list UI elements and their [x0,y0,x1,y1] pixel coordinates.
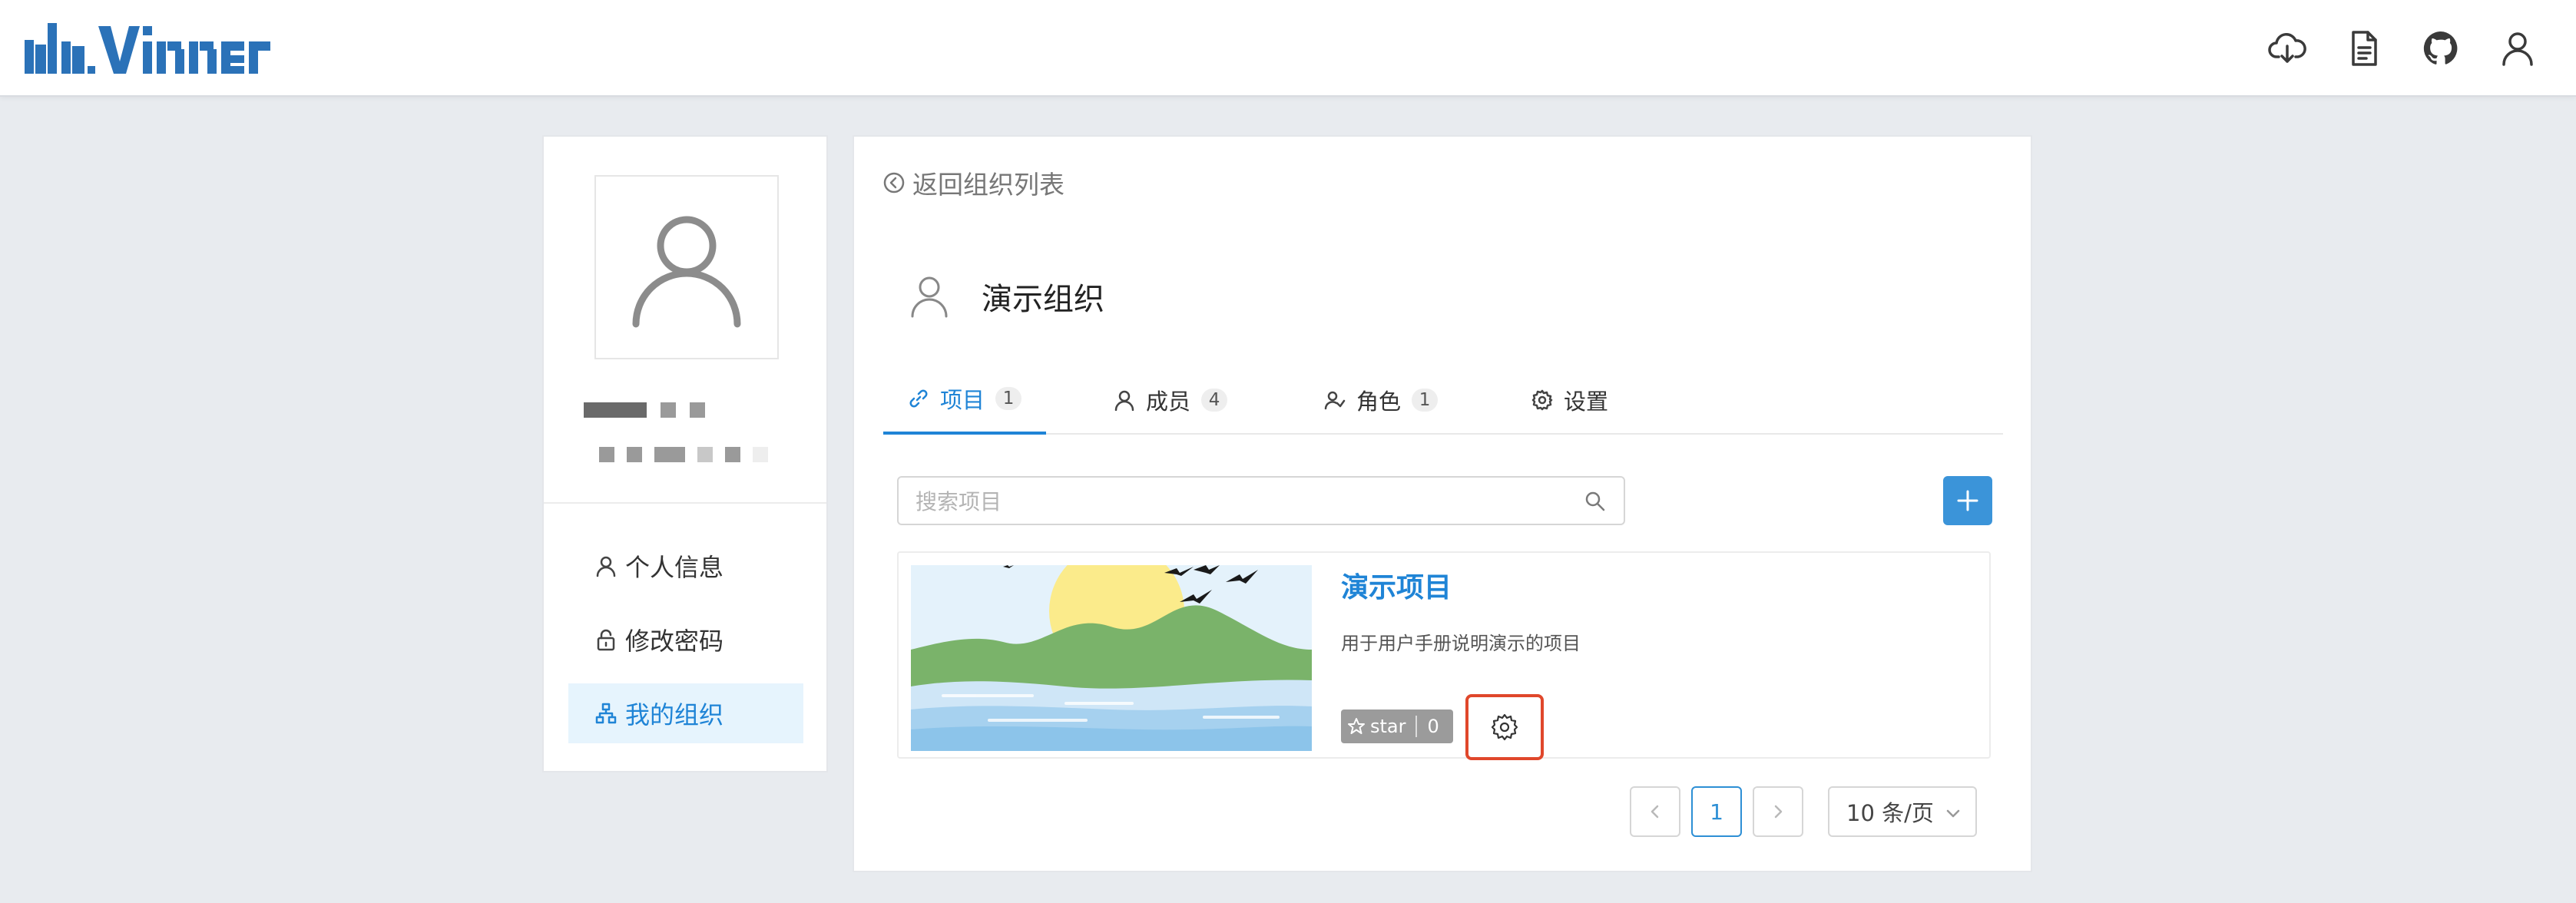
divider [544,502,826,504]
user-icon[interactable] [2498,26,2538,71]
project-card[interactable]: 演示项目 用于用户手册说明演示的项目 star 0 [897,551,1991,760]
prev-page-button[interactable] [1630,786,1680,837]
tab-roles[interactable]: 角色 1 [1324,366,1439,435]
sidebar-item-password[interactable]: 修改密码 [568,610,803,670]
tab-projects[interactable]: 项目 1 [883,366,1047,435]
project-search [897,476,1625,525]
org-header: 演示组织 [905,272,1104,321]
cloud-download-icon[interactable] [2267,26,2307,71]
project-thumbnail[interactable] [911,565,1312,751]
org-icon [595,703,617,724]
tab-count-badge: 4 [1201,389,1228,412]
star-button[interactable]: star 0 [1341,710,1453,743]
document-icon[interactable] [2344,26,2384,71]
user-icon [596,556,616,577]
masked-email [599,447,768,462]
tab-settings[interactable]: 设置 [1531,366,1608,435]
add-project-button[interactable] [1943,476,1992,525]
tab-label: 成员 [1146,389,1191,415]
roles-icon [1324,391,1346,410]
sidebar-item-label: 个人信息 [625,553,724,582]
project-settings-button[interactable] [1465,694,1544,760]
org-tabs: 项目 1 成员 4 角色 1 设置 [883,366,2003,435]
chevron-right-icon [1774,805,1783,819]
sidebar-item-my-orgs[interactable]: 我的组织 [568,683,803,743]
avatar[interactable] [594,175,779,359]
gear-icon [1531,389,1553,411]
project-title-link[interactable]: 演示项目 [1341,565,1452,605]
masked-username [584,402,705,418]
page-size-select[interactable]: 10 条/页 [1828,786,1977,837]
tab-count-badge: 1 [1412,389,1439,412]
tab-count-badge: 1 [995,387,1022,410]
top-header [0,0,2576,97]
star-label: star [1370,716,1406,737]
plus-icon [1957,490,1978,511]
tab-members[interactable]: 成员 4 [1114,366,1228,435]
davinci-logo[interactable] [25,23,270,74]
page-1-button[interactable]: 1 [1691,786,1742,837]
chevron-left-icon [1651,805,1659,819]
search-input[interactable] [916,487,1568,516]
back-link-label: 返回组织列表 [912,170,1065,200]
back-circle-icon [883,172,905,194]
star-icon [1348,718,1365,734]
github-icon[interactable] [2421,26,2461,71]
avatar-user-icon [632,216,741,328]
organization-panel: 返回组织列表 演示组织 项目 1 成员 4 角色 1 设置 搜索项目 演示项目 … [853,135,2032,872]
profile-panel: 个人信息 修改密码 我的组织 [542,135,828,772]
gear-icon [1491,713,1518,741]
sidebar-item-label: 我的组织 [625,700,724,729]
back-to-org-list-link[interactable]: 返回组织列表 [882,164,1065,201]
tab-label: 设置 [1564,389,1609,415]
tab-label: 角色 [1356,389,1402,415]
project-description: 用于用户手册说明演示的项目 [1341,633,1581,654]
star-count: 0 [1427,716,1439,737]
lock-icon [597,629,615,651]
link-icon [909,389,928,408]
page-size-label: 10 条/页 [1846,800,1934,826]
org-name: 演示组织 [982,282,1104,317]
search-icon[interactable] [1584,490,1607,513]
sidebar-item-label: 修改密码 [625,627,724,656]
chevron-down-icon [1946,809,1960,818]
org-avatar-icon [911,276,948,318]
user-icon [1114,390,1134,411]
sidebar-item-profile[interactable]: 个人信息 [568,536,803,596]
next-page-button[interactable] [1753,786,1803,837]
tab-label: 项目 [940,387,985,413]
